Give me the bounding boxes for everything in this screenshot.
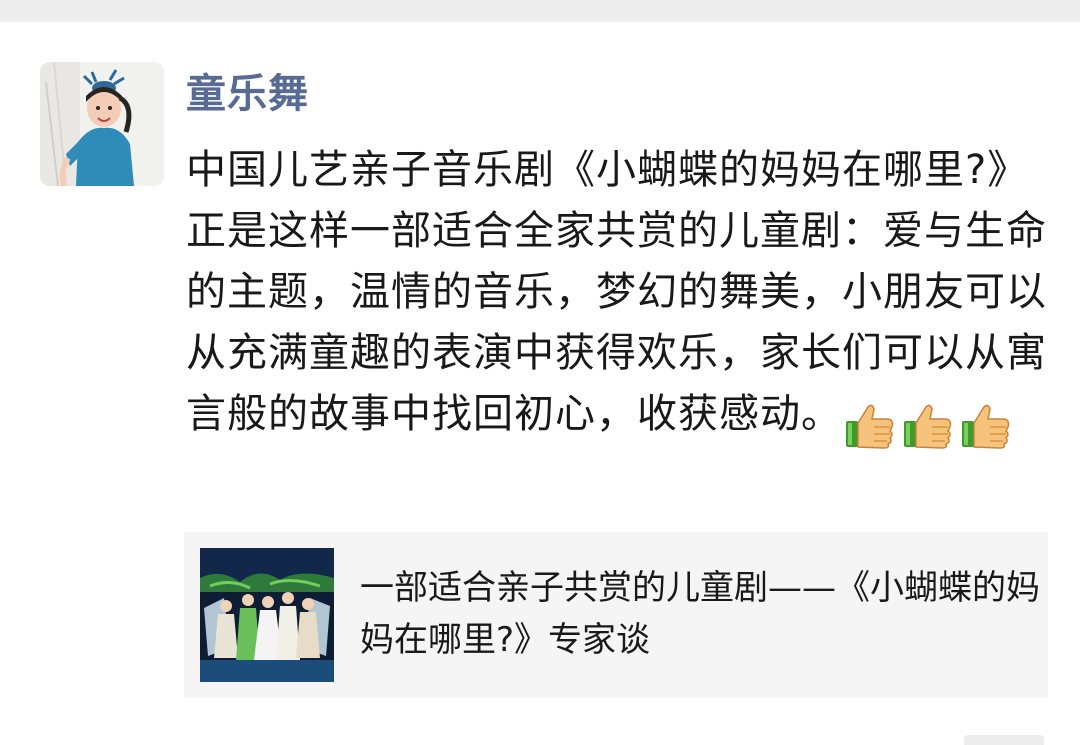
moments-post: 童乐舞 中国儿艺亲子音乐剧《小蝴蝶的妈妈在哪里?》正是这样一部适合全家共赏的儿童… xyxy=(0,22,1080,745)
child-photo-icon xyxy=(40,62,164,186)
author-avatar[interactable] xyxy=(40,62,164,186)
post-content: 中国儿艺亲子音乐剧《小蝴蝶的妈妈在哪里?》正是这样一部适合全家共赏的儿童剧：爱与… xyxy=(186,140,1066,455)
article-thumbnail xyxy=(200,548,334,682)
top-divider-strip xyxy=(0,0,1080,22)
next-item-edge xyxy=(964,735,1044,745)
thumbs-up-icon xyxy=(960,401,1012,451)
emoji-group xyxy=(844,394,1018,455)
stage-photo-icon xyxy=(200,548,334,682)
author-name[interactable]: 童乐舞 xyxy=(186,66,309,122)
thumbs-up-icon xyxy=(844,401,896,451)
shared-article-card[interactable]: 一部适合亲子共赏的儿童剧——《小蝴蝶的妈妈在哪里?》专家谈 xyxy=(184,532,1048,698)
article-title: 一部适合亲子共赏的儿童剧——《小蝴蝶的妈妈在哪里?》专家谈 xyxy=(360,568,1040,660)
thumbs-up-icon xyxy=(902,401,954,451)
